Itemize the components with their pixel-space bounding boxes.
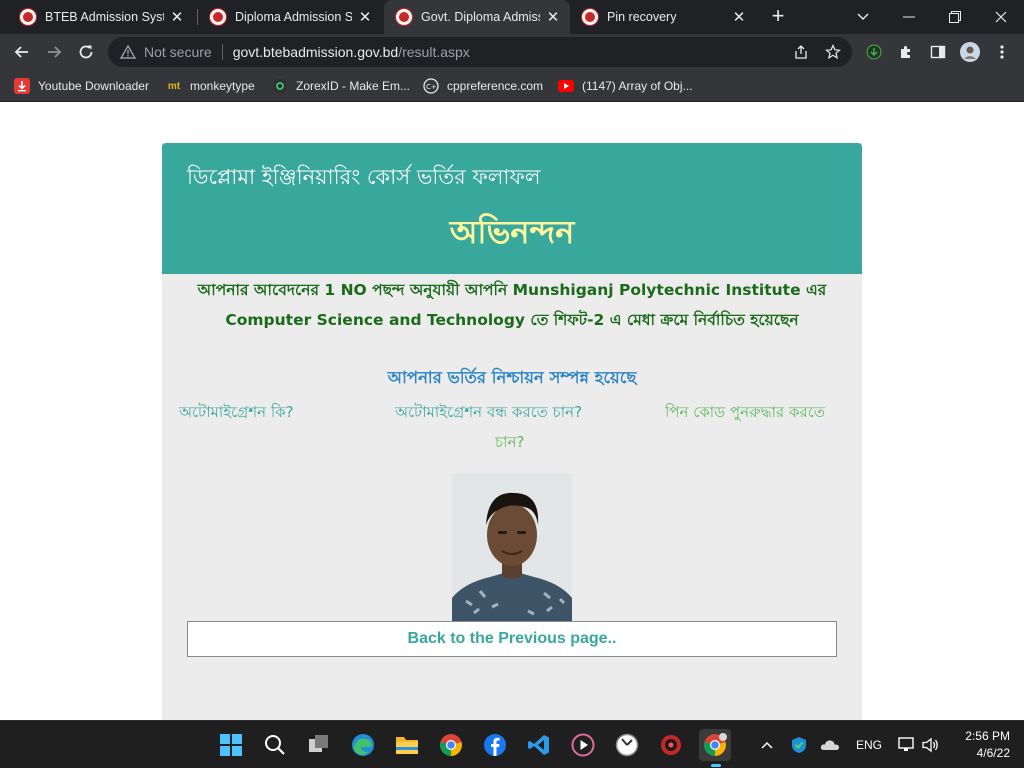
vscode-icon[interactable] — [523, 729, 555, 761]
tab-govt-diploma-admission[interactable]: Govt. Diploma Admission ✕ — [384, 0, 570, 34]
tab-close-icon[interactable]: ✕ — [546, 8, 560, 26]
clock-date: 4/6/22 — [976, 746, 1010, 760]
chrome-menu-icon[interactable] — [992, 42, 1012, 62]
student-photo — [452, 473, 572, 621]
reload-icon — [79, 45, 93, 59]
profile-avatar[interactable] — [960, 42, 980, 62]
facebook-icon[interactable] — [479, 729, 511, 761]
header-subtitle: ডিপ্লোমা ইঞ্জিনিয়ারিং কোর্স ভর্তির ফলাফ… — [187, 165, 541, 189]
zorexid-icon — [272, 78, 288, 94]
media-player-icon[interactable] — [567, 729, 599, 761]
chrome-profile-icon[interactable] — [699, 729, 731, 761]
task-view-icon[interactable] — [303, 729, 335, 761]
result-card: ডিপ্লোমা ইঞ্জিনিয়ারিং কোর্স ভর্তির ফলাফ… — [162, 143, 862, 720]
address-bar[interactable]: Not secure govt.btebadmission.gov.bd/res… — [108, 37, 852, 67]
reload-button[interactable] — [72, 38, 100, 66]
system-clock[interactable]: 2:56 PM 4/6/22 — [948, 728, 1010, 762]
bteb-favicon-icon — [210, 9, 226, 25]
new-tab-button[interactable]: + — [766, 4, 790, 28]
bteb-favicon-icon — [582, 9, 598, 25]
tab-pin-recovery[interactable]: Pin recovery ✕ — [570, 0, 756, 34]
restore-button[interactable] — [932, 0, 978, 34]
close-icon — [995, 11, 1007, 23]
chevron-down-icon — [857, 13, 869, 20]
tab-title: Govt. Diploma Admission — [421, 10, 540, 24]
bookmark-label: cppreference.com — [447, 79, 544, 93]
congratulations-title: অভিনন্দন — [449, 213, 575, 251]
warning-icon[interactable] — [118, 45, 138, 59]
pin-recovery-link-continuation[interactable]: চান? — [495, 427, 524, 457]
bookmark-label: monkeytype — [190, 79, 255, 93]
extension-download-icon[interactable] — [864, 42, 884, 62]
clock-time: 2:56 PM — [965, 729, 1010, 743]
stop-auto-migration-link[interactable]: অটোমাইগ্রেশন বন্ধ করতে চান? — [395, 397, 582, 427]
pin-recovery-link[interactable]: পিন কোড পুনরুদ্ধার করতে — [665, 397, 825, 427]
edge-icon[interactable] — [347, 729, 379, 761]
result-header: ডিপ্লোমা ইঞ্জিনিয়ারিং কোর্স ভর্তির ফলাফ… — [162, 143, 862, 274]
browser-toolbar: Not secure govt.btebadmission.gov.bd/res… — [0, 34, 1024, 70]
url-host: govt.btebadmission.gov.bd — [232, 44, 399, 60]
minimize-button[interactable] — [886, 0, 932, 34]
tab-close-icon[interactable]: ✕ — [170, 8, 184, 26]
back-button[interactable] — [8, 38, 36, 66]
windows-start-icon[interactable] — [215, 729, 247, 761]
admission-confirmation-text: আপনার ভর্তির নিশ্চায়ন সম্পন্ন হয়েছে — [387, 368, 637, 387]
forward-button[interactable] — [40, 38, 68, 66]
tray-overflow-chevron[interactable] — [758, 735, 776, 755]
close-window-button[interactable] — [978, 0, 1024, 34]
arrow-right-icon — [48, 46, 62, 58]
omnibox-divider — [221, 44, 223, 60]
minimize-icon — [903, 16, 915, 18]
auto-migration-info-link[interactable]: অটোমাইগ্রেশন কি? — [179, 397, 294, 427]
language-indicator[interactable]: ENG — [853, 735, 885, 755]
clock-app-icon[interactable] — [611, 729, 643, 761]
extensions-puzzle-icon[interactable] — [896, 42, 916, 62]
chrome-icon[interactable] — [435, 729, 467, 761]
bookmark-cppreference[interactable]: C+ cppreference.com — [423, 76, 543, 96]
share-icon[interactable] — [792, 43, 810, 61]
tab-title: BTEB Admission System — [45, 10, 164, 24]
tab-title: Diploma Admission System — [235, 10, 352, 24]
tab-title: Pin recovery — [607, 10, 677, 24]
tab-close-icon[interactable]: ✕ — [732, 8, 746, 26]
bookmark-zorexid[interactable]: ZorexID - Make Em... — [272, 76, 410, 96]
file-explorer-icon[interactable] — [391, 729, 423, 761]
security-label[interactable]: Not secure — [144, 44, 212, 60]
security-shield-icon[interactable] — [789, 735, 809, 755]
youtube-downloader-icon — [14, 78, 30, 94]
tab-strip: BTEB Admission System ✕ Diploma Admissio… — [0, 0, 1024, 34]
page-viewport: ডিপ্লোমা ইঞ্জিনিয়ারিং কোর্স ভর্তির ফলাফ… — [0, 103, 1024, 720]
search-icon[interactable] — [259, 729, 291, 761]
onedrive-cloud-icon[interactable] — [819, 735, 841, 755]
bteb-favicon-icon — [20, 9, 36, 25]
monkeytype-icon: mt — [167, 80, 181, 92]
tab-close-icon[interactable]: ✕ — [358, 8, 372, 26]
side-panel-icon[interactable] — [928, 42, 948, 62]
bookmark-label: ZorexID - Make Em... — [296, 79, 411, 93]
active-app-indicator — [711, 764, 721, 767]
game-app-icon[interactable] — [655, 729, 687, 761]
bookmark-array-of-objects[interactable]: (1147) Array of Obj... — [558, 76, 693, 96]
tab-diploma-admission[interactable]: Diploma Admission System ✕ — [198, 0, 382, 34]
bookmark-label: Youtube Downloader — [38, 79, 149, 93]
cppreference-icon: C+ — [423, 78, 439, 94]
network-icon[interactable] — [897, 735, 917, 755]
bteb-favicon-icon — [396, 9, 412, 25]
youtube-icon — [558, 78, 574, 94]
arrow-left-icon — [14, 46, 28, 58]
bookmark-star-icon[interactable] — [824, 43, 842, 61]
bookmark-label: (1147) Array of Obj... — [582, 79, 693, 93]
back-to-previous-page-button[interactable]: Back to the Previous page.. — [187, 621, 837, 657]
windows-taskbar: ENG 2:56 PM 4/6/22 — [0, 720, 1024, 768]
volume-icon[interactable] — [921, 735, 941, 755]
tab-bteb-admission[interactable]: BTEB Admission System ✕ — [8, 0, 194, 34]
restore-icon — [949, 11, 961, 23]
bookmark-monkeytype[interactable]: mt monkeytype — [166, 76, 255, 96]
svg-text:C+: C+ — [426, 83, 437, 91]
tab-search-button[interactable] — [840, 0, 886, 34]
result-message: আপনার আবেদনের 1 NO পছন্দ অনুযায়ী আপনি M… — [197, 281, 827, 329]
bookmark-youtube-downloader[interactable]: Youtube Downloader — [14, 76, 149, 96]
url-path: /result.aspx — [398, 44, 470, 60]
bookmarks-bar: Youtube Downloader mt monkeytype ZorexID… — [0, 70, 1024, 102]
